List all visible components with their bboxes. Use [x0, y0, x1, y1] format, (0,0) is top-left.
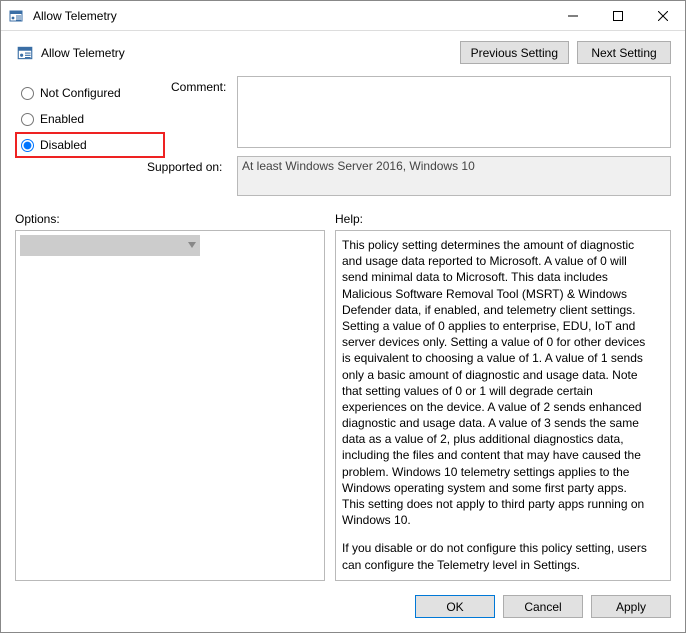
close-button[interactable] [640, 1, 685, 30]
window-title: Allow Telemetry [31, 9, 550, 23]
titlebar: Allow Telemetry [1, 1, 685, 31]
radio-not-configured[interactable]: Not Configured [15, 80, 165, 106]
radio-enabled[interactable]: Enabled [15, 106, 165, 132]
radio-label: Enabled [40, 112, 84, 126]
radio-disabled[interactable]: Disabled [15, 132, 165, 158]
policy-icon [15, 43, 35, 63]
footer: OK Cancel Apply [1, 581, 685, 632]
policy-title: Allow Telemetry [41, 45, 452, 60]
apply-button[interactable]: Apply [591, 595, 671, 618]
comment-textarea[interactable] [237, 76, 671, 148]
next-setting-button[interactable]: Next Setting [577, 41, 671, 64]
options-combo-disabled [20, 235, 200, 256]
panels: This policy setting determines the amoun… [1, 230, 685, 581]
help-panel: This policy setting determines the amoun… [335, 230, 671, 581]
help-paragraph: If you disable or do not configure this … [342, 540, 652, 572]
help-label: Help: [335, 212, 671, 226]
radio-label: Disabled [40, 138, 87, 152]
window-controls [550, 1, 685, 30]
comment-label: Comment: [171, 76, 231, 148]
previous-setting-button[interactable]: Previous Setting [460, 41, 569, 64]
supported-textarea [237, 156, 671, 196]
help-paragraph: This policy setting determines the amoun… [342, 237, 652, 528]
window-icon [1, 8, 31, 24]
upper-section: Not Configured Enabled Disabled Comment:… [1, 72, 685, 196]
header: Allow Telemetry Previous Setting Next Se… [1, 31, 685, 72]
cancel-button[interactable]: Cancel [503, 595, 583, 618]
radio-disabled-input[interactable] [21, 139, 34, 152]
options-panel [15, 230, 325, 581]
radio-enabled-input[interactable] [21, 113, 34, 126]
options-label: Options: [15, 212, 325, 226]
ok-button[interactable]: OK [415, 595, 495, 618]
panel-labels: Options: Help: [1, 196, 685, 230]
state-radio-group: Not Configured Enabled Disabled [15, 76, 165, 196]
minimize-button[interactable] [550, 1, 595, 30]
radio-not-configured-input[interactable] [21, 87, 34, 100]
maximize-button[interactable] [595, 1, 640, 30]
radio-label: Not Configured [40, 86, 121, 100]
supported-label: Supported on: [147, 156, 231, 196]
